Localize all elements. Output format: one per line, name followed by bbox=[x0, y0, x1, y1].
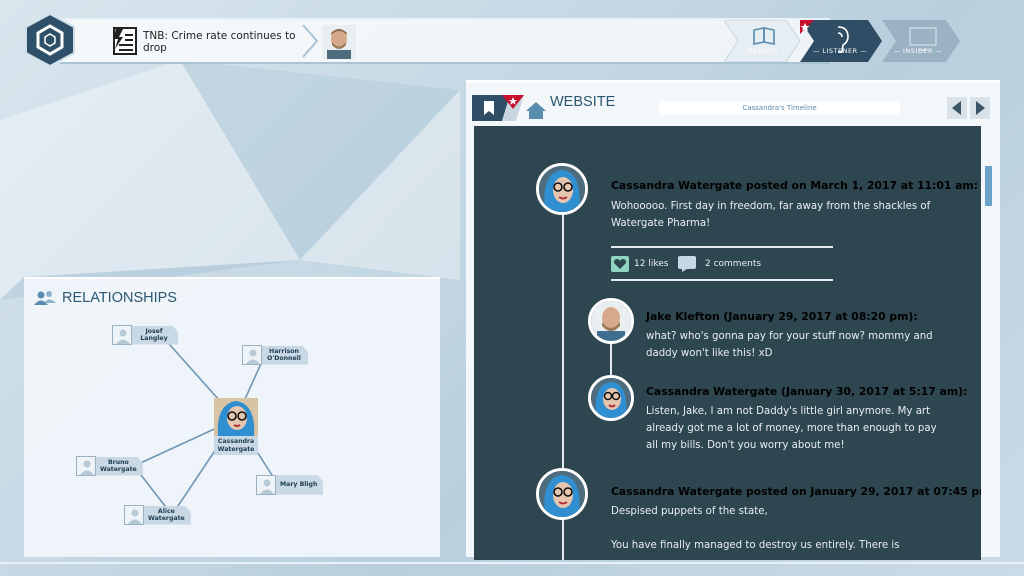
person-placeholder-icon bbox=[76, 456, 96, 476]
relationships-panel: RELATIONSHIPS Josef Langley Harrison O'Don… bbox=[24, 277, 440, 557]
tab-reader[interactable] bbox=[724, 20, 801, 62]
person-placeholder-icon bbox=[242, 345, 262, 365]
game-logo-icon[interactable] bbox=[22, 12, 78, 68]
reply-body: Listen, Jake, I am not Daddy's little gi… bbox=[646, 406, 937, 451]
relationship-node-cassandra[interactable]: Cassandra Watergate bbox=[214, 398, 258, 455]
reply-avatar-cassandra[interactable] bbox=[588, 375, 634, 421]
relationship-node-harrison[interactable]: Harrison O'Donnell bbox=[242, 345, 308, 365]
mode-tabs bbox=[724, 20, 960, 62]
relationship-node-alice[interactable]: Alice Watergate bbox=[124, 505, 191, 525]
post-title: Cassandra Watergate posted on January 29… bbox=[611, 485, 981, 498]
comments-button[interactable]: 2 comments bbox=[678, 256, 761, 272]
reply-body: what? who's gonna pay for your stuff now… bbox=[646, 331, 933, 359]
newspaper-icon bbox=[113, 27, 137, 55]
post-body: Despised puppets of the state, You have … bbox=[611, 506, 900, 551]
post-divider bbox=[611, 246, 833, 248]
like-button[interactable]: 12 likes bbox=[611, 256, 668, 272]
post-body: Wohooooo. First day in freedom, far away… bbox=[611, 201, 931, 229]
arrow-left-icon bbox=[952, 101, 961, 115]
post-avatar-cassandra[interactable] bbox=[536, 468, 588, 520]
website-panel: WEBSITE Cassandra's Timeline Cassandra W… bbox=[466, 80, 1000, 560]
home-icon bbox=[526, 102, 546, 119]
top-bar: TNB: Crime rate continues to drop — READ… bbox=[0, 0, 1024, 80]
relationship-node-josef[interactable]: Josef Langley bbox=[112, 325, 178, 345]
timeline-content[interactable]: Cassandra Watergate posted on March 1, 2… bbox=[474, 126, 981, 560]
relationship-node-mary[interactable]: Mary Bligh bbox=[256, 475, 324, 495]
reply-title: Cassandra Watergate (January 30, 2017 at… bbox=[646, 385, 968, 398]
bottom-strip bbox=[0, 562, 1024, 564]
comment-icon bbox=[678, 256, 696, 272]
tab-listener[interactable] bbox=[800, 20, 882, 62]
heart-icon bbox=[611, 256, 629, 272]
scrollbar-thumb[interactable] bbox=[985, 166, 992, 206]
tab-insider-label: — INSIDER — bbox=[893, 47, 943, 55]
news-headline[interactable]: TNB: Crime rate continues to drop bbox=[143, 30, 303, 54]
relationship-node-bruno[interactable]: Bruno Watergate bbox=[76, 456, 143, 476]
arrow-right-icon bbox=[976, 101, 985, 115]
chevron-right-icon bbox=[302, 24, 319, 58]
reply-avatar-jake[interactable] bbox=[588, 298, 634, 344]
post-title: Cassandra Watergate posted on March 1, 2… bbox=[611, 179, 978, 192]
person-placeholder-icon bbox=[124, 505, 144, 525]
tab-reader-label: — READER — bbox=[738, 47, 788, 55]
back-button[interactable] bbox=[947, 97, 967, 119]
website-title: WEBSITE bbox=[550, 94, 616, 110]
reply-title: Jake Klefton (January 29, 2017 at 08:20 … bbox=[646, 310, 918, 323]
tab-insider[interactable] bbox=[882, 20, 960, 62]
tab-listener-label: — LISTENER — bbox=[812, 47, 868, 55]
post-avatar-cassandra[interactable] bbox=[536, 163, 588, 215]
person-placeholder-icon bbox=[256, 475, 276, 495]
contact-avatar[interactable] bbox=[322, 25, 356, 59]
cassandra-avatar bbox=[214, 398, 258, 436]
url-bar[interactable]: Cassandra's Timeline bbox=[659, 101, 900, 115]
post-divider bbox=[611, 279, 833, 281]
person-placeholder-icon bbox=[112, 325, 132, 345]
forward-button[interactable] bbox=[970, 97, 990, 119]
